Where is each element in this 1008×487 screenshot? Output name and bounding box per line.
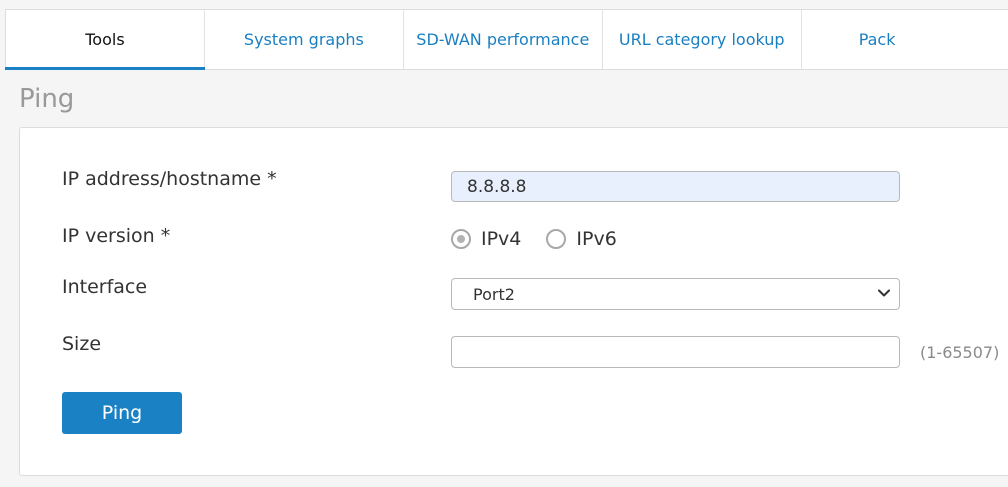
ipv6-radio[interactable]: [546, 229, 567, 249]
tab-system-graphs[interactable]: System graphs: [205, 10, 404, 69]
ip-address-input[interactable]: [451, 171, 900, 202]
ping-form-panel: IP address/hostname * IP version * IPv4 …: [19, 127, 1008, 476]
tab-bar: Tools System graphs SD-WAN performance U…: [5, 9, 1008, 70]
size-label: Size: [62, 333, 102, 355]
interface-select[interactable]: Port2: [451, 278, 900, 310]
size-input[interactable]: [451, 336, 900, 368]
page-title: Ping: [19, 84, 75, 114]
size-range-hint: (1-65507): [920, 343, 1000, 362]
ipv6-option[interactable]: IPv6: [546, 228, 617, 250]
ip-version-label: IP version *: [62, 225, 171, 247]
ip-address-label: IP address/hostname *: [62, 168, 277, 190]
ipv4-radio[interactable]: [451, 229, 471, 249]
ipv4-option[interactable]: IPv4: [451, 228, 521, 250]
tab-packet-capture[interactable]: Pack: [802, 10, 1008, 69]
ipv6-label: IPv6: [576, 228, 617, 250]
ip-version-radio-group: IPv4 IPv6: [451, 228, 642, 250]
ipv4-label: IPv4: [481, 228, 522, 250]
tab-sd-wan-performance[interactable]: SD-WAN performance: [404, 10, 603, 69]
tab-tools[interactable]: Tools: [5, 10, 205, 70]
chevron-down-icon: [877, 285, 891, 304]
interface-selected-value: Port2: [473, 284, 515, 304]
tab-url-category-lookup[interactable]: URL category lookup: [603, 10, 802, 69]
interface-label: Interface: [62, 276, 148, 298]
ping-button[interactable]: Ping: [62, 392, 182, 434]
